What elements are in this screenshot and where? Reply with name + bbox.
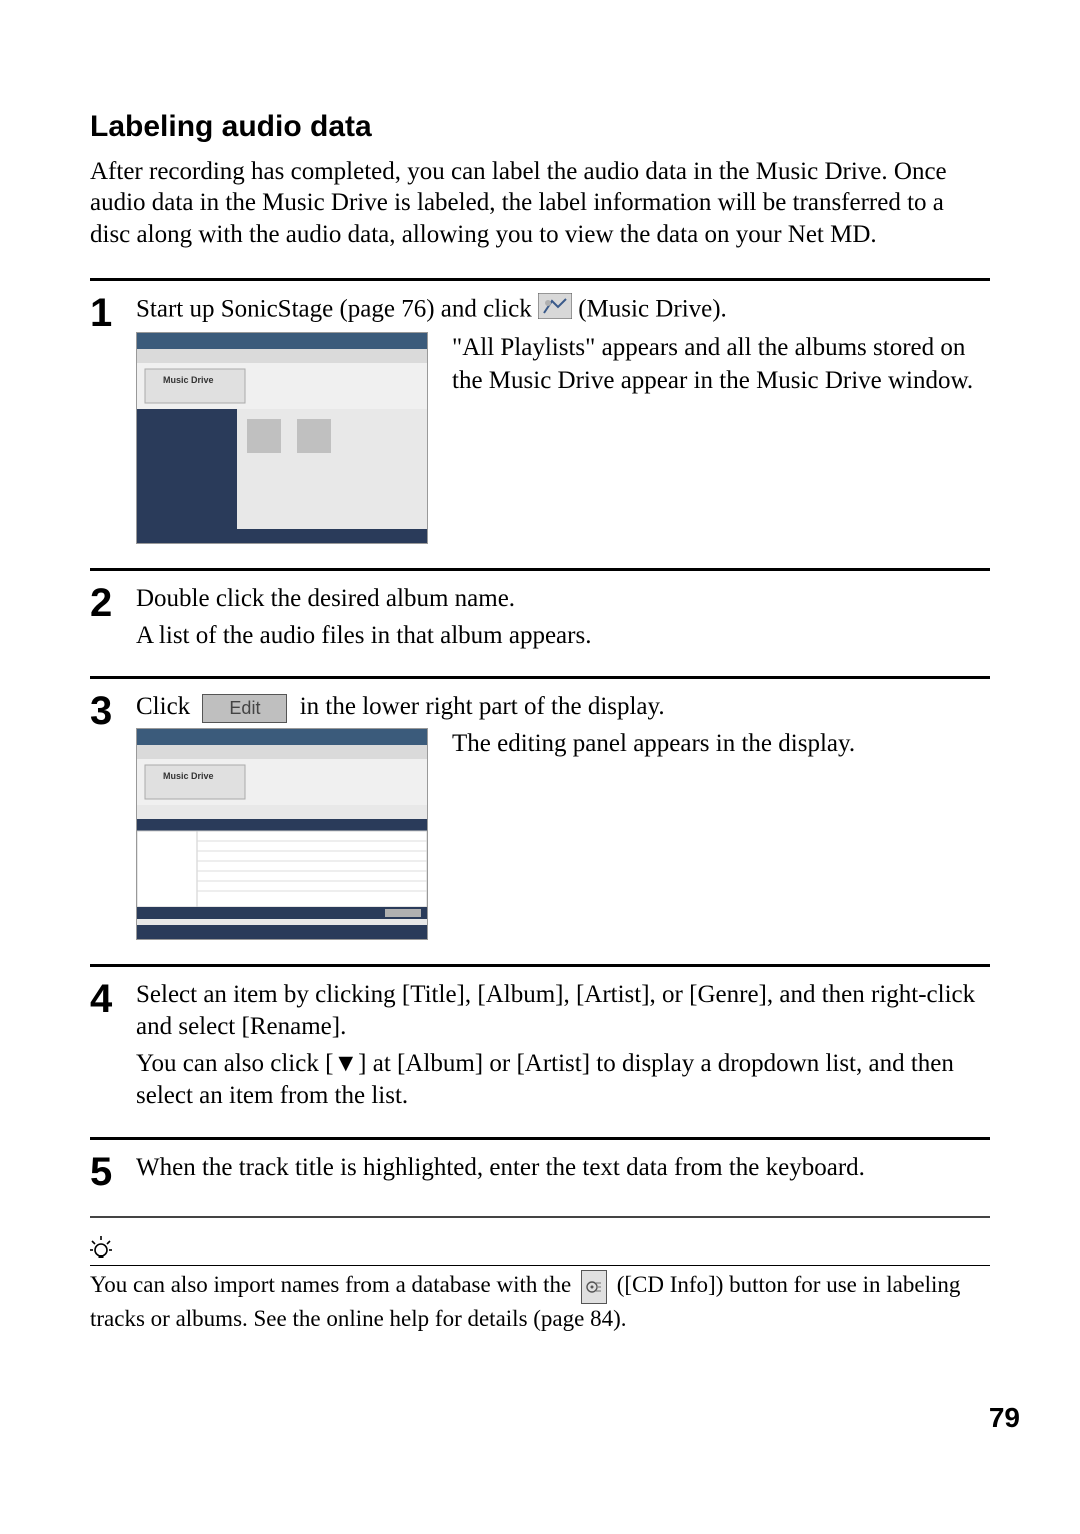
step-instruction: Click Edit in the lower right part of th… xyxy=(136,691,990,724)
divider xyxy=(90,278,990,281)
step-number: 4 xyxy=(90,979,136,1019)
step-body: Select an item by clicking [Title], [Alb… xyxy=(136,979,990,1113)
section-title: Labeling audio data xyxy=(90,110,990,144)
step-5: 5 When the track title is highlighted, e… xyxy=(90,1152,990,1192)
page-number: 79 xyxy=(989,1402,1020,1434)
step-1: 1 Start up SonicStage (page 76) and clic… xyxy=(90,293,990,545)
step-instruction: Start up SonicStage (page 76) and click … xyxy=(136,293,990,329)
divider xyxy=(90,964,990,967)
step-body: Start up SonicStage (page 76) and click … xyxy=(136,293,990,545)
step-detail-row: Music Drive "All Playlists" appears and … xyxy=(136,332,990,544)
step-body: When the track title is highlighted, ent… xyxy=(136,1152,990,1189)
step-number: 3 xyxy=(90,691,136,731)
step-text-a: Click xyxy=(136,693,196,720)
screenshot-music-drive: Music Drive xyxy=(136,332,428,544)
step-detail-row: Music Drive The xyxy=(136,728,990,940)
step-instruction: Double click the desired album name. xyxy=(136,583,990,616)
step-4: 4 Select an item by clicking [Title], [A… xyxy=(90,979,990,1113)
step-text-b: (Music Drive). xyxy=(578,295,727,322)
svg-text:Music Drive: Music Drive xyxy=(163,771,214,781)
tip-icon xyxy=(90,1236,990,1267)
step-number: 2 xyxy=(90,583,136,623)
step-body: Click Edit in the lower right part of th… xyxy=(136,691,990,940)
step-text-b: in the lower right part of the display. xyxy=(300,693,665,720)
step-instruction: When the track title is highlighted, ent… xyxy=(136,1152,990,1185)
tip-divider xyxy=(90,1265,990,1266)
music-drive-icon xyxy=(538,293,572,329)
step-3: 3 Click Edit in the lower right part of … xyxy=(90,691,990,940)
divider xyxy=(90,568,990,571)
step-result: The editing panel appears in the display… xyxy=(452,728,990,761)
step-number: 1 xyxy=(90,293,136,333)
step-number: 5 xyxy=(90,1152,136,1192)
cd-info-icon xyxy=(581,1270,607,1304)
step-2: 2 Double click the desired album name. A… xyxy=(90,583,990,652)
step-result: You can also click [▼] at [Album] or [Ar… xyxy=(136,1048,990,1113)
divider xyxy=(90,1216,990,1218)
screenshot-edit-panel: Music Drive xyxy=(136,728,428,940)
step-instruction: Select an item by clicking [Title], [Alb… xyxy=(136,979,990,1044)
edit-button-graphic: Edit xyxy=(202,694,287,723)
step-body: Double click the desired album name. A l… xyxy=(136,583,990,652)
step-result: A list of the audio files in that album … xyxy=(136,620,990,653)
step-text-a: Start up SonicStage (page 76) and click xyxy=(136,295,538,322)
svg-text:Music Drive: Music Drive xyxy=(163,375,214,385)
step-result: "All Playlists" appears and all the albu… xyxy=(452,332,990,397)
divider xyxy=(90,676,990,679)
tip-text: You can also import names from a databas… xyxy=(90,1270,990,1334)
tip-text-a: You can also import names from a databas… xyxy=(90,1272,577,1297)
divider xyxy=(90,1137,990,1140)
manual-page: Labeling audio data After recording has … xyxy=(0,0,1080,1534)
intro-paragraph: After recording has completed, you can l… xyxy=(90,156,990,250)
